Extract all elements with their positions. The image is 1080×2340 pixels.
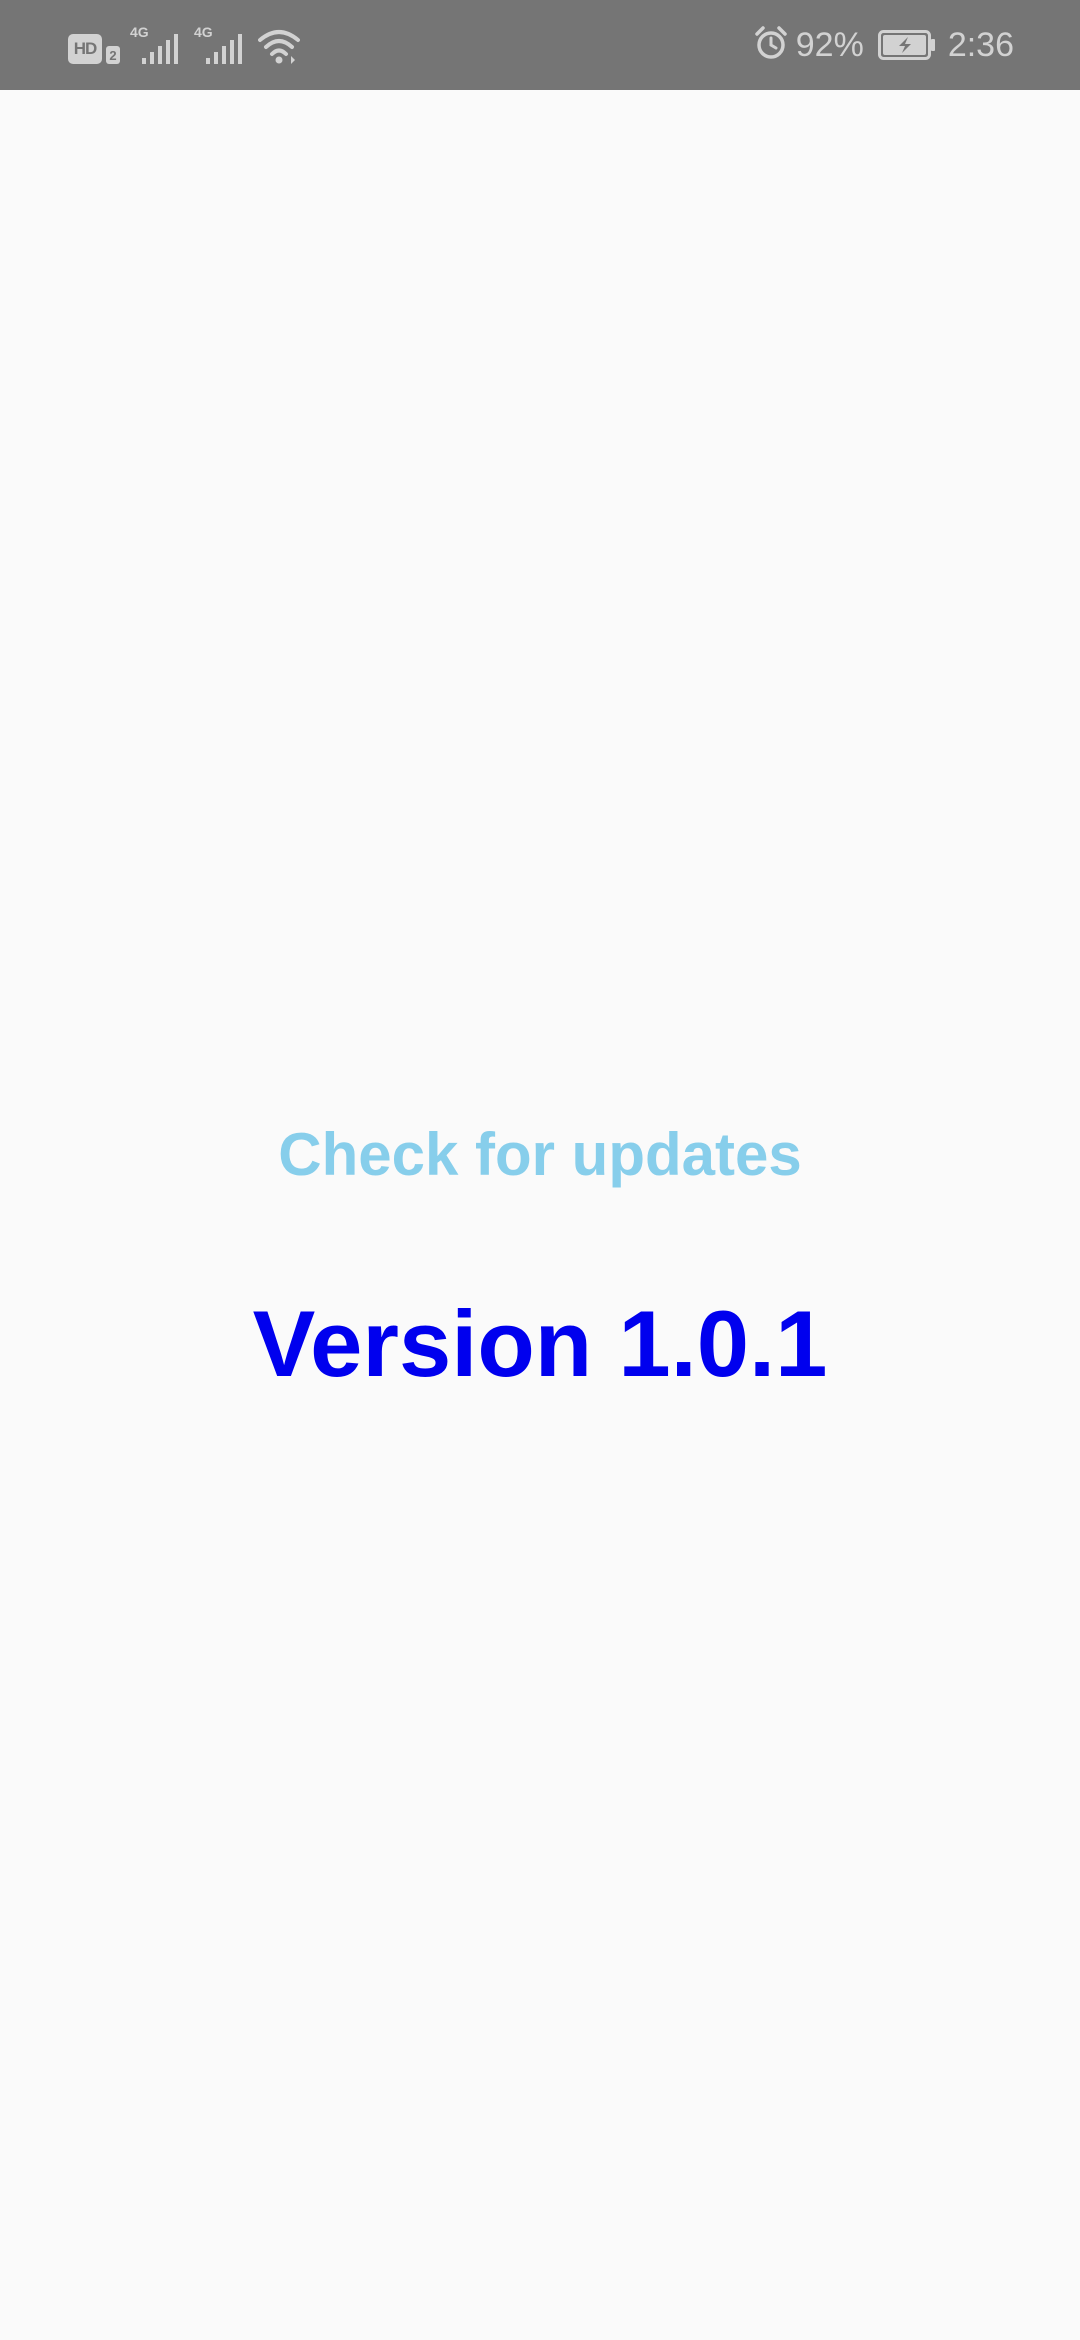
sim-number-badge: 2	[106, 46, 120, 64]
battery-charging-icon	[877, 30, 936, 60]
status-right-icons: 92% 2:36	[754, 22, 1014, 68]
check-for-updates-button[interactable]: Check for updates	[0, 1120, 1080, 1189]
main-content: Check for updates Version 1.0.1	[0, 90, 1080, 2340]
wifi-icon	[258, 28, 300, 64]
status-bar: HD 2 4G 4G 92% 2:36	[0, 0, 1080, 90]
hd-icon: HD	[68, 34, 102, 64]
signal-icon: 4G	[130, 24, 184, 64]
alarm-icon	[754, 25, 788, 65]
status-left-icons: HD 2 4G 4G	[68, 24, 300, 64]
version-label: Version 1.0.1	[252, 1291, 828, 1396]
signal-icon: 4G	[194, 24, 248, 64]
battery-percent: 92%	[795, 26, 864, 64]
sim-number: 2	[109, 47, 117, 63]
hd-label: HD	[73, 39, 98, 58]
clock-time: 2:36	[947, 26, 1014, 64]
